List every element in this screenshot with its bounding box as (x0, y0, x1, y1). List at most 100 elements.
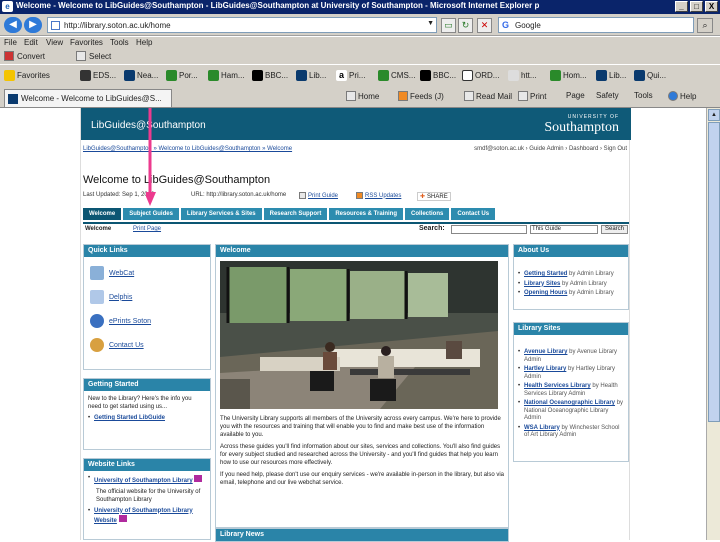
forward-icon[interactable]: ▶ (24, 17, 42, 33)
last-updated-text: Last Updated: Sep 1, 2010 (83, 192, 155, 198)
fav-label: Lib... (309, 71, 327, 80)
refresh-icon[interactable]: ↻ (458, 18, 473, 33)
fav-link[interactable]: htt... (508, 70, 537, 81)
tab-title: Welcome - Welcome to LibGuides@S... (21, 94, 162, 103)
quicklink-eprints[interactable]: ePrints Soton (90, 309, 210, 333)
search-go-icon[interactable]: ⌕ (697, 18, 713, 33)
page-icon (596, 70, 607, 81)
fav-link[interactable]: BBC... (252, 70, 288, 81)
vertical-scrollbar[interactable]: ▲ (706, 108, 720, 540)
stop-icon[interactable]: ✕ (477, 18, 492, 33)
favorites-button[interactable]: Favorites (4, 70, 50, 81)
site-link[interactable]: WSA Library (524, 425, 560, 431)
page-title: Welcome to LibGuides@Southampton (83, 174, 271, 186)
menu-favorites[interactable]: Favorites (70, 38, 103, 47)
favicon (8, 94, 18, 104)
tab-resources-training[interactable]: Resources & Training (329, 208, 404, 220)
quicklink-label: Delphis (109, 293, 133, 301)
guide-tabs: Welcome Subject Guides Library Services … (83, 208, 496, 220)
address-field[interactable]: http://library.soton.ac.uk/home ▼ (47, 17, 437, 33)
about-link[interactable]: Opening Hours (524, 290, 567, 296)
about-author: by Admin Library (562, 280, 607, 287)
fav-link[interactable]: Ham... (208, 70, 245, 81)
site-link[interactable]: National Oceanographic Library (524, 400, 615, 406)
library-news-title: Library News (216, 529, 508, 541)
fav-link[interactable]: ORD... (462, 70, 499, 81)
read-mail-button[interactable]: Read Mail (464, 91, 512, 101)
tab-library-services[interactable]: Library Services & Sites (180, 208, 262, 220)
help-menu-button[interactable]: Help (668, 91, 696, 101)
tab-research-support[interactable]: Research Support (263, 208, 328, 220)
minimize-button[interactable]: _ (675, 1, 688, 12)
scroll-up-icon[interactable]: ▲ (708, 109, 720, 121)
guide-search-input[interactable] (451, 225, 527, 234)
fav-link[interactable]: CMS... (378, 70, 415, 81)
print-guide-link[interactable]: Print Guide (299, 192, 338, 199)
scroll-thumb[interactable] (708, 122, 720, 422)
close-button[interactable]: X (705, 1, 718, 12)
mail-icon (464, 91, 474, 101)
menu-help[interactable]: Help (136, 38, 152, 47)
site-link[interactable]: Health Services Library (524, 383, 591, 389)
tab-contact-us[interactable]: Contact Us (451, 208, 496, 220)
fav-link[interactable]: Por... (166, 70, 198, 81)
fav-label: BBC... (433, 71, 457, 80)
menu-tools[interactable]: Tools (110, 38, 129, 47)
page-menu-button[interactable]: Page (566, 91, 585, 100)
tab-subject-guides[interactable]: Subject Guides (123, 208, 179, 220)
fav-link[interactable]: Nea... (124, 70, 158, 81)
ie-logo-icon: e (2, 1, 13, 12)
select-button[interactable]: Select (76, 51, 111, 61)
tools-menu-button[interactable]: Tools (634, 91, 653, 100)
fav-link[interactable]: EDS... (80, 70, 116, 81)
fav-link[interactable]: Lib... (296, 70, 326, 81)
search-input[interactable]: G Google (498, 17, 694, 33)
print-button[interactable]: Print (518, 91, 546, 101)
fav-link[interactable]: a Pri... (336, 70, 365, 81)
quick-links-title: Quick Links (84, 245, 210, 257)
website-link[interactable]: University of Southampton Library (94, 478, 193, 484)
share-button[interactable]: ✚ SHARE (417, 192, 451, 201)
menu-view[interactable]: View (46, 38, 63, 47)
about-link[interactable]: Library Sites (524, 281, 560, 287)
search-scope-select[interactable]: This Guide (530, 225, 598, 234)
tab-collections[interactable]: Collections (405, 208, 450, 220)
maximize-button[interactable]: □ (690, 1, 703, 12)
fav-link[interactable]: Qui... (634, 70, 666, 81)
fav-label: Qui... (647, 71, 667, 80)
fav-label: Nea... (137, 71, 159, 80)
website-link[interactable]: University of Southampton Library Websit… (94, 508, 193, 525)
search-button[interactable]: Search (601, 225, 628, 234)
breadcrumb-links[interactable]: LibGuides@Southampton » Welcome to LibGu… (83, 146, 292, 152)
about-link[interactable]: Getting Started (524, 271, 567, 277)
feeds-button[interactable]: Feeds (J) (398, 91, 444, 101)
bbc-icon (252, 70, 263, 81)
fav-link[interactable]: BBC... (420, 70, 456, 81)
site-link[interactable]: Hartley Library (524, 366, 566, 372)
tab-welcome[interactable]: Welcome (83, 208, 122, 220)
fav-link[interactable]: Hom... (550, 70, 587, 81)
menu-edit[interactable]: Edit (24, 38, 38, 47)
quicklink-contact[interactable]: Contact Us (90, 333, 210, 357)
browser-tab[interactable]: Welcome - Welcome to LibGuides@S... (4, 89, 172, 107)
quicklink-delphis[interactable]: Delphis (90, 285, 210, 309)
back-icon[interactable]: ◀ (4, 17, 22, 33)
compatibility-icon[interactable]: ▭ (441, 18, 456, 33)
chevron-down-icon[interactable]: ▼ (427, 20, 434, 27)
home-button[interactable]: Home (346, 91, 379, 101)
website-links-box: Website Links University of Southampton … (83, 458, 211, 540)
convert-button[interactable]: Convert (4, 51, 45, 61)
rss-updates-link[interactable]: RSS Updates (356, 192, 401, 199)
getting-started-link[interactable]: Getting Started LibGuide (94, 415, 165, 421)
fav-link[interactable]: Lib... (596, 70, 626, 81)
library-study-area-image (220, 261, 498, 409)
site-brand[interactable]: LibGuides@Southampton (91, 120, 206, 131)
print-page-link[interactable]: Print Page (133, 226, 161, 232)
user-links[interactable]: smdf@soton.ac.uk › Guide Admin › Dashboa… (474, 146, 627, 152)
quicklink-webcat[interactable]: WebCat (90, 261, 210, 285)
safety-menu-button[interactable]: Safety (596, 91, 619, 100)
menu-file[interactable]: File (4, 38, 17, 47)
home-label: Home (358, 91, 380, 101)
site-link[interactable]: Avenue Library (524, 349, 567, 355)
amazon-icon: a (336, 70, 347, 81)
